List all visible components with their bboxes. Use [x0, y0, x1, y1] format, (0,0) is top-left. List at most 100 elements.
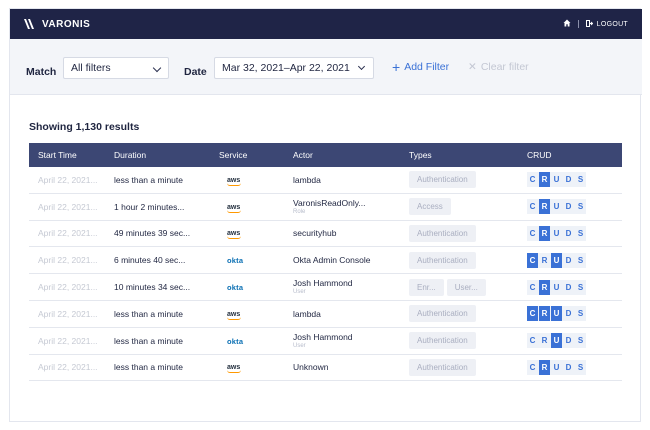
- column-header-types[interactable]: Types: [409, 150, 527, 160]
- start-time-cell: April 22, 2021...: [38, 282, 98, 293]
- divider: [577, 20, 579, 28]
- crud-indicator: CRUDS: [527, 199, 586, 215]
- app-frame: VARONIS LOGOUT Match All filters Date Ma…: [9, 8, 642, 422]
- date-label: Date: [184, 66, 207, 78]
- crud-letter: R: [539, 359, 550, 375]
- logout-button[interactable]: LOGOUT: [585, 19, 628, 29]
- types-cell: Authentication: [409, 332, 527, 350]
- column-header-start-time[interactable]: Start Time: [29, 150, 114, 160]
- aws-logo-icon: aws: [227, 177, 241, 186]
- close-icon: ✕: [468, 61, 477, 73]
- actor-cell: securityhub: [293, 228, 409, 238]
- duration-cell: 6 minutes 40 sec...: [114, 255, 186, 266]
- types-cell: Enr... User...: [409, 278, 527, 296]
- crud-cell: CRUDS: [527, 279, 622, 295]
- start-time-cell: April 22, 2021...: [38, 201, 98, 212]
- crud-letter: U: [553, 362, 560, 372]
- crud-letter: C: [529, 362, 536, 372]
- crud-cell: CRUDS: [527, 306, 622, 322]
- actor-type: Role: [293, 208, 306, 215]
- crud-letter: C: [527, 252, 538, 268]
- table-row[interactable]: April 22, 2021... 6 minutes 40 sec... okta…: [29, 247, 622, 275]
- chevron-down-icon: [152, 63, 162, 73]
- duration-cell: less than a minute: [114, 335, 183, 346]
- table-row[interactable]: April 22, 2021... less than a minute aws la…: [29, 167, 622, 194]
- service-name: aws: [227, 176, 241, 184]
- crud-letter: R: [541, 336, 548, 346]
- crud-letter: S: [577, 362, 584, 372]
- column-header-crud[interactable]: CRUD: [527, 150, 622, 160]
- crud-cell: CRUDS: [527, 199, 622, 215]
- crud-letter: U: [553, 202, 560, 212]
- actor-name: Josh Hammond: [293, 331, 353, 342]
- varonis-logo-icon: [24, 19, 34, 29]
- column-header-duration[interactable]: Duration: [114, 150, 219, 160]
- actor-cell: lambda: [293, 309, 409, 319]
- crud-letter: C: [529, 228, 536, 238]
- crud-letter: R: [539, 279, 550, 295]
- service-cell: okta: [219, 255, 293, 265]
- type-badge[interactable]: Access: [409, 198, 451, 216]
- crud-letter: C: [529, 282, 536, 292]
- service-cell: aws: [219, 308, 293, 320]
- crud-indicator: CRUDS: [527, 252, 586, 268]
- top-navigation-bar: VARONIS LOGOUT: [10, 9, 642, 39]
- table-row[interactable]: April 22, 2021... less than a minute aws la…: [29, 300, 622, 328]
- types-cell: Authentication: [409, 224, 527, 242]
- table-body: April 22, 2021... less than a minute aws la…: [29, 167, 622, 382]
- duration-cell: 1 hour 2 minutes...: [114, 201, 185, 212]
- crud-indicator: CRUDS: [527, 333, 586, 349]
- table-row[interactable]: April 22, 2021... less than a minute aws Un…: [29, 354, 622, 382]
- crud-letter: D: [565, 202, 572, 212]
- table-row[interactable]: April 22, 2021... 49 minutes 39 sec... aws…: [29, 220, 622, 248]
- column-header-actor[interactable]: Actor: [293, 150, 409, 160]
- column-header-service[interactable]: Service: [219, 150, 293, 160]
- service-cell: aws: [219, 174, 293, 186]
- date-range-select[interactable]: Mar 32, 2021–Apr 22, 2021: [214, 57, 374, 79]
- actor-cell: Unknown: [293, 362, 409, 372]
- crud-letter: U: [551, 333, 562, 349]
- crud-letter: U: [553, 175, 560, 185]
- crud-letter: S: [577, 255, 584, 265]
- crud-letter: U: [553, 282, 560, 292]
- match-select[interactable]: All filters: [63, 57, 169, 79]
- type-badge[interactable]: Authentication: [409, 171, 476, 189]
- aws-logo-icon: aws: [227, 230, 241, 240]
- varonis-logo[interactable]: VARONIS: [24, 19, 90, 30]
- type-badge[interactable]: Authentication: [409, 224, 476, 242]
- table-row[interactable]: April 22, 2021... less than a minute okta J…: [29, 327, 622, 355]
- crud-letter: U: [551, 306, 562, 322]
- crud-letter: S: [577, 336, 584, 346]
- chevron-down-icon: [357, 62, 366, 71]
- add-filter-button[interactable]: + Add Filter: [392, 60, 449, 74]
- actor-name: securityhub: [293, 228, 337, 239]
- table-header: Start Time Duration Service Actor Types …: [29, 143, 622, 167]
- type-badge[interactable]: Authentication: [409, 332, 476, 350]
- filter-bar: Match All filters Date Mar 32, 2021–Apr …: [10, 39, 642, 95]
- type-badge[interactable]: Authentication: [409, 251, 476, 269]
- duration-cell: less than a minute: [114, 308, 183, 319]
- start-time-cell: April 22, 2021...: [38, 255, 98, 266]
- type-badge[interactable]: Authentication: [409, 305, 476, 323]
- events-table: Start Time Duration Service Actor Types …: [29, 143, 622, 382]
- results-count: Showing 1,130 results: [29, 121, 140, 133]
- table-row[interactable]: April 22, 2021... 10 minutes 34 sec... okt…: [29, 274, 622, 301]
- crud-letter: S: [577, 175, 584, 185]
- start-time-cell: April 22, 2021...: [38, 362, 98, 373]
- types-cell: Authentication: [409, 171, 527, 189]
- type-badge[interactable]: User...: [446, 278, 486, 296]
- service-name: aws: [227, 230, 241, 238]
- service-name: aws: [227, 203, 241, 211]
- actor-name: Okta Admin Console: [293, 255, 371, 266]
- crud-letter: C: [529, 175, 536, 185]
- home-icon[interactable]: [563, 19, 571, 29]
- top-right-actions: LOGOUT: [563, 19, 628, 29]
- logout-icon: [585, 19, 593, 29]
- actor-cell: Josh Hammond User: [293, 332, 409, 350]
- crud-letter: U: [551, 252, 562, 268]
- type-badge[interactable]: Authentication: [409, 358, 476, 376]
- clear-filter-button[interactable]: ✕ Clear filter: [468, 61, 529, 73]
- crud-cell: CRUDS: [527, 225, 622, 241]
- type-badge[interactable]: Enr...: [409, 278, 444, 296]
- table-row[interactable]: April 22, 2021... 1 hour 2 minutes... aws V…: [29, 193, 622, 221]
